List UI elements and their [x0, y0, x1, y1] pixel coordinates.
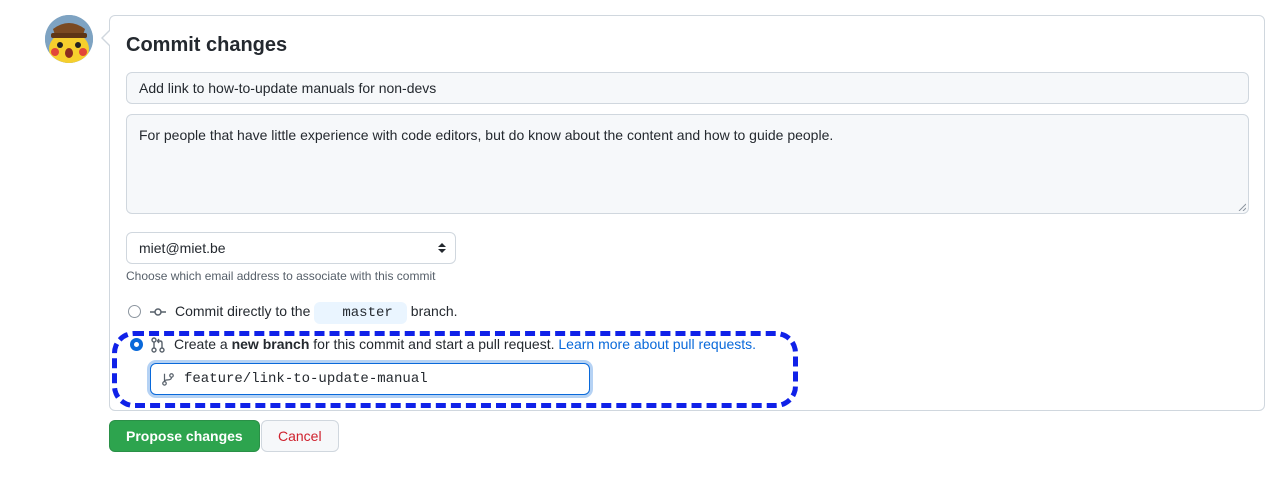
commit-description-text: For people that have little experience w…: [139, 127, 834, 143]
email-note: Choose which email address to associate …: [126, 269, 436, 283]
email-select-value: miet@miet.be: [139, 240, 226, 256]
commit-summary-input[interactable]: Add link to how-to-update manuals for no…: [126, 72, 1249, 104]
email-select[interactable]: miet@miet.be: [126, 232, 456, 264]
option-direct-prefix: Commit directly to the: [175, 303, 311, 319]
select-arrows-icon: [438, 243, 446, 253]
pikachu-avatar-image: [45, 15, 93, 63]
git-commit-icon: [150, 308, 166, 316]
user-avatar[interactable]: [45, 15, 93, 63]
panel-pointer-fill: [103, 31, 110, 45]
base-branch-badge: master: [314, 302, 407, 324]
option-direct-suffix: branch.: [410, 303, 458, 319]
propose-changes-button[interactable]: Propose changes: [109, 420, 260, 452]
resize-grip-icon[interactable]: [1238, 203, 1246, 211]
highlight-annotation: [112, 331, 798, 408]
option-direct-label[interactable]: Commit directly to the master branch.: [175, 302, 458, 324]
cancel-button[interactable]: Cancel: [261, 420, 339, 452]
commit-title: Commit changes: [126, 34, 288, 56]
radio-commit-directly[interactable]: [128, 305, 141, 318]
commit-description-textarea[interactable]: For people that have little experience w…: [126, 114, 1249, 214]
